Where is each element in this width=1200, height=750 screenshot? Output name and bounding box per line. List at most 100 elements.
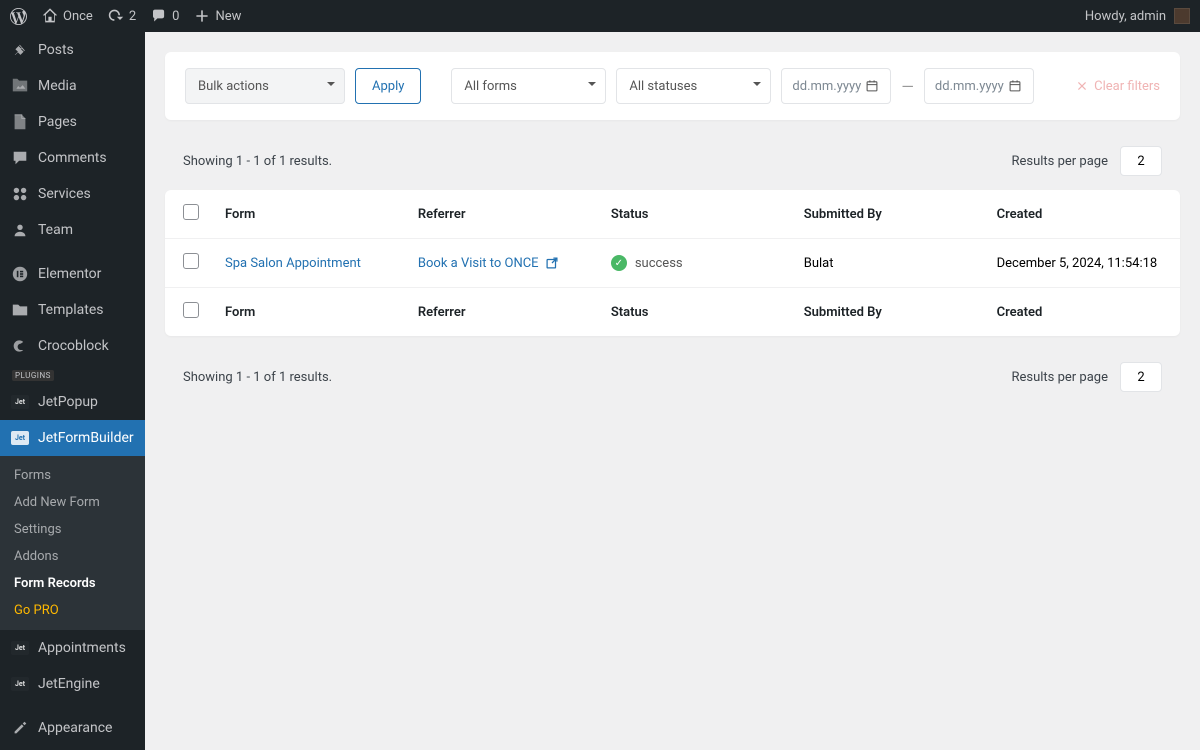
table-row: Spa Salon Appointment Book a Visit to ON… [165, 239, 1180, 288]
sidebar-item-jetpopup[interactable]: Jet JetPopup [0, 384, 145, 420]
select-all-checkbox[interactable] [183, 204, 199, 220]
elementor-icon [10, 264, 30, 284]
new-content[interactable]: New [194, 8, 241, 24]
menu-label: Media [38, 78, 77, 94]
crocoblock-icon [10, 336, 30, 356]
sidebar-item-plugins[interactable]: Plugins [0, 746, 145, 750]
admin-sidebar: Posts Media Pages Comments Services Team… [0, 32, 145, 750]
filter-panel: Bulk actions Apply All forms All statuse… [165, 52, 1180, 120]
menu-label: Posts [38, 42, 74, 58]
col-submitted: Submitted By [804, 207, 997, 222]
sidebar-item-templates[interactable]: Templates [0, 292, 145, 328]
col-status: Status [611, 207, 804, 222]
wp-logo[interactable] [10, 8, 27, 25]
sidebar-item-services[interactable]: Services [0, 176, 145, 212]
date-to-input[interactable]: dd.mm.yyyy [924, 68, 1034, 104]
avatar [1174, 8, 1190, 24]
wordpress-icon [10, 8, 27, 25]
sidebar-item-appointments[interactable]: Jet Appointments [0, 630, 145, 666]
admin-user-link[interactable]: Howdy, admin [1085, 8, 1190, 24]
jetformbuilder-submenu: Forms Add New Form Settings Addons Form … [0, 456, 145, 630]
col-referrer: Referrer [418, 207, 611, 222]
select-all-checkbox-bottom[interactable] [183, 302, 199, 318]
bulk-actions-select[interactable]: Bulk actions [185, 68, 345, 104]
submenu-settings[interactable]: Settings [0, 516, 145, 543]
home-icon [42, 8, 58, 24]
col-form: Form [225, 207, 418, 222]
calendar-icon [1008, 79, 1022, 93]
new-label: New [215, 9, 241, 24]
site-home[interactable]: Once [42, 8, 93, 24]
form-link[interactable]: Spa Salon Appointment [225, 256, 361, 271]
submenu-go-pro[interactable]: Go PRO [0, 597, 145, 624]
sidebar-item-comments[interactable]: Comments [0, 140, 145, 176]
rpp-label-bottom: Results per page [1011, 370, 1108, 385]
sidebar-item-elementor[interactable]: Elementor [0, 256, 145, 292]
status-success-icon: ✓ [611, 255, 627, 271]
sidebar-item-crocoblock[interactable]: Crocoblock [0, 328, 145, 364]
external-link-icon [545, 256, 559, 270]
menu-label: Crocoblock [38, 338, 109, 354]
sidebar-item-posts[interactable]: Posts [0, 32, 145, 68]
forms-filter-select[interactable]: All forms [451, 68, 606, 104]
updates-link[interactable]: 2 [108, 8, 136, 24]
rpp-label: Results per page [1011, 154, 1108, 169]
created-date: December 5, 2024, 11:54:18 [997, 256, 1162, 271]
appointments-icon: Jet [10, 638, 30, 658]
calendar-icon [865, 79, 879, 93]
menu-label: Services [38, 186, 91, 202]
date-from-input[interactable]: dd.mm.yyyy [781, 68, 891, 104]
updates-count: 2 [129, 9, 136, 24]
media-icon [10, 76, 30, 96]
close-icon [1076, 80, 1088, 92]
comment-icon [10, 148, 30, 168]
records-table: Form Referrer Status Submitted By Create… [165, 190, 1180, 336]
plugins-badge: PLUGINS [12, 370, 54, 381]
menu-label: Templates [38, 302, 104, 318]
submenu-addons[interactable]: Addons [0, 543, 145, 570]
submenu-form-records[interactable]: Form Records [0, 570, 145, 597]
plus-icon [194, 8, 210, 24]
howdy-text: Howdy, admin [1085, 9, 1166, 24]
menu-label: Elementor [38, 266, 101, 282]
status-cell: ✓ success [611, 255, 804, 271]
sidebar-item-jetformbuilder[interactable]: Jet JetFormBuilder [0, 420, 145, 456]
main-content: Bulk actions Apply All forms All statuse… [145, 32, 1200, 750]
col-created: Created [997, 207, 1162, 222]
site-name: Once [63, 9, 93, 24]
table-footer: Form Referrer Status Submitted By Create… [165, 288, 1180, 336]
updates-icon [108, 8, 124, 24]
sidebar-item-jetengine[interactable]: Jet JetEngine [0, 666, 145, 702]
comments-link[interactable]: 0 [151, 8, 179, 24]
menu-label: JetFormBuilder [38, 430, 134, 446]
menu-label: JetPopup [38, 394, 98, 410]
sidebar-item-media[interactable]: Media [0, 68, 145, 104]
jetpopup-icon: Jet [10, 392, 30, 412]
menu-label: Appearance [38, 720, 112, 736]
submenu-forms[interactable]: Forms [0, 462, 145, 489]
apply-button[interactable]: Apply [355, 68, 421, 104]
pin-icon [10, 40, 30, 60]
submenu-add-new[interactable]: Add New Form [0, 489, 145, 516]
comments-count: 0 [172, 9, 179, 24]
rpp-input[interactable] [1120, 146, 1162, 176]
table-header: Form Referrer Status Submitted By Create… [165, 190, 1180, 239]
menu-label: JetEngine [38, 676, 100, 692]
clear-filters-button[interactable]: Clear filters [1076, 79, 1160, 94]
sidebar-item-team[interactable]: Team [0, 212, 145, 248]
folder-icon [10, 300, 30, 320]
submitted-by: Bulat [804, 256, 997, 271]
jetformbuilder-icon: Jet [10, 428, 30, 448]
referrer-link[interactable]: Book a Visit to ONCE [418, 256, 559, 271]
rpp-input-bottom[interactable] [1120, 362, 1162, 392]
brush-icon [10, 718, 30, 738]
admin-bar: Once 2 0 New Howdy, admin [0, 0, 1200, 32]
row-checkbox[interactable] [183, 253, 199, 269]
sidebar-item-appearance[interactable]: Appearance [0, 710, 145, 746]
statuses-filter-select[interactable]: All statuses [616, 68, 771, 104]
menu-label: Pages [38, 114, 77, 130]
team-icon [10, 220, 30, 240]
menu-label: Team [38, 222, 73, 238]
menu-label: Comments [38, 150, 107, 166]
sidebar-item-pages[interactable]: Pages [0, 104, 145, 140]
